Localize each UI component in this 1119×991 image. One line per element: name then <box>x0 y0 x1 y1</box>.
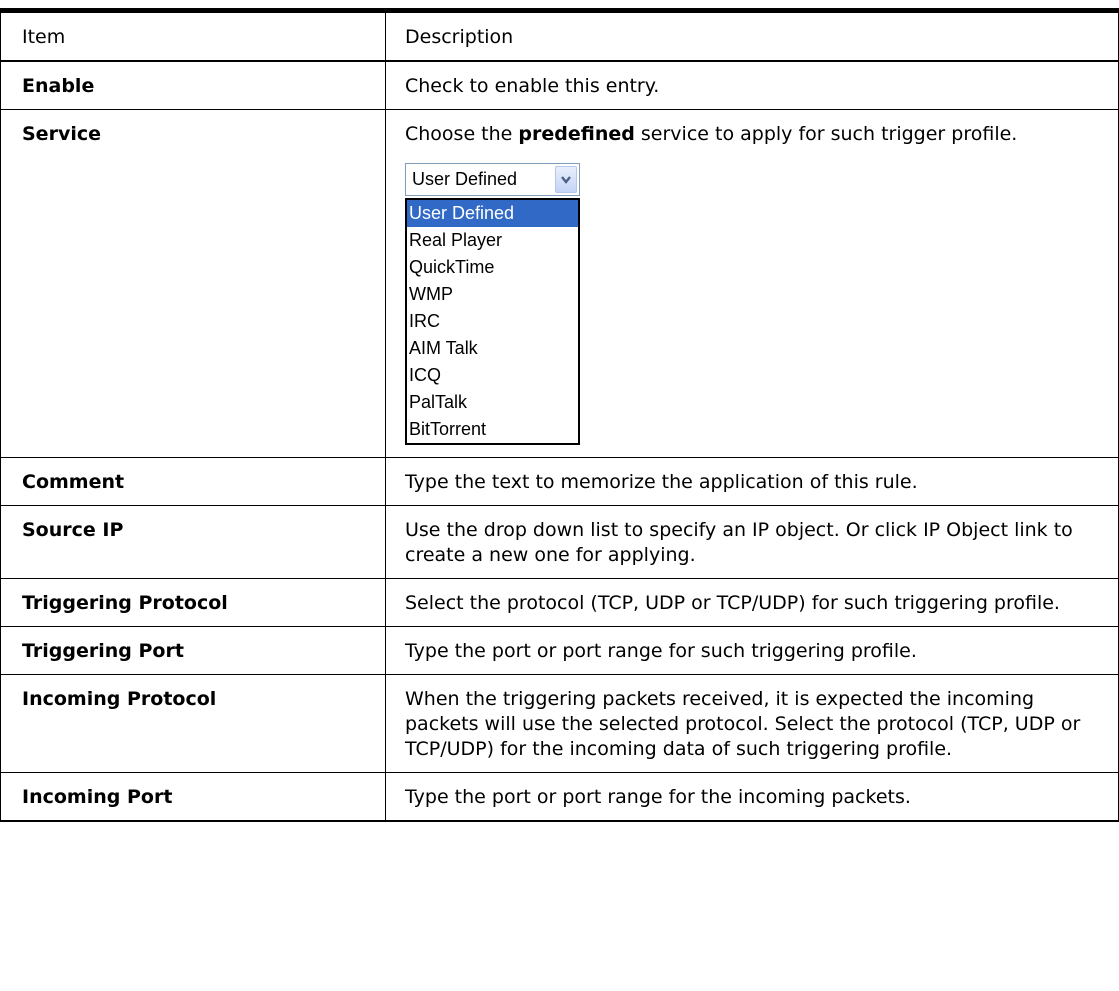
chevron-down-icon[interactable] <box>555 166 577 193</box>
table-row: Source IP Use the drop down list to spec… <box>0 505 1119 579</box>
row-item: Source IP <box>0 505 386 579</box>
header-description: Description <box>385 8 1119 62</box>
table-row: Comment Type the text to memorize the ap… <box>0 457 1119 506</box>
row-item: Comment <box>0 457 386 506</box>
row-item: Triggering Protocol <box>0 578 386 627</box>
row-item: Service <box>0 109 386 458</box>
service-option[interactable]: User Defined <box>407 200 578 227</box>
row-description: Choose the predefined service to apply f… <box>385 109 1119 458</box>
table-row: Incoming Protocol When the triggering pa… <box>0 674 1119 773</box>
header-item: Item <box>0 8 386 62</box>
service-option[interactable]: AIM Talk <box>407 335 578 362</box>
service-select[interactable]: User Defined <box>405 163 580 196</box>
desc-text: Choose the <box>405 123 519 145</box>
table-row: Triggering Port Type the port or port ra… <box>0 626 1119 675</box>
table-row: Service Choose the predefined service to… <box>0 109 1119 458</box>
row-item: Incoming Port <box>0 772 386 822</box>
row-description: Select the protocol (TCP, UDP or TCP/UDP… <box>385 578 1119 627</box>
service-dropdown-figure: User Defined User Defined Real Player Quic… <box>405 163 1108 445</box>
service-option[interactable]: WMP <box>407 281 578 308</box>
row-item: Enable <box>0 60 386 110</box>
service-description: Choose the predefined service to apply f… <box>405 122 1108 147</box>
service-option[interactable]: IRC <box>407 308 578 335</box>
table-header-row: Item Description <box>0 8 1119 62</box>
service-option[interactable]: PalTalk <box>407 389 578 416</box>
service-options-list: User Defined Real Player QuickTime WMP IRC AI… <box>405 198 580 445</box>
service-option[interactable]: BitTorrent <box>407 416 578 443</box>
row-description: When the triggering packets received, it… <box>385 674 1119 773</box>
row-description: Use the drop down list to specify an IP … <box>385 505 1119 579</box>
row-item: Incoming Protocol <box>0 674 386 773</box>
service-option[interactable]: ICQ <box>407 362 578 389</box>
description-table: Item Description Enable Check to enable … <box>0 8 1119 822</box>
table-row: Triggering Protocol Select the protocol … <box>0 578 1119 627</box>
desc-text: service to apply for such trigger profil… <box>634 123 1018 145</box>
table-row: Enable Check to enable this entry. <box>0 60 1119 110</box>
row-description: Type the text to memorize the applicatio… <box>385 457 1119 506</box>
table-row: Incoming Port Type the port or port rang… <box>0 772 1119 822</box>
row-description: Check to enable this entry. <box>385 60 1119 110</box>
service-option[interactable]: Real Player <box>407 227 578 254</box>
desc-bold-text: predefined <box>518 123 635 145</box>
row-item: Triggering Port <box>0 626 386 675</box>
service-option[interactable]: QuickTime <box>407 254 578 281</box>
row-description: Type the port or port range for the inco… <box>385 772 1119 822</box>
service-select-value: User Defined <box>412 169 518 189</box>
row-description: Type the port or port range for such tri… <box>385 626 1119 675</box>
